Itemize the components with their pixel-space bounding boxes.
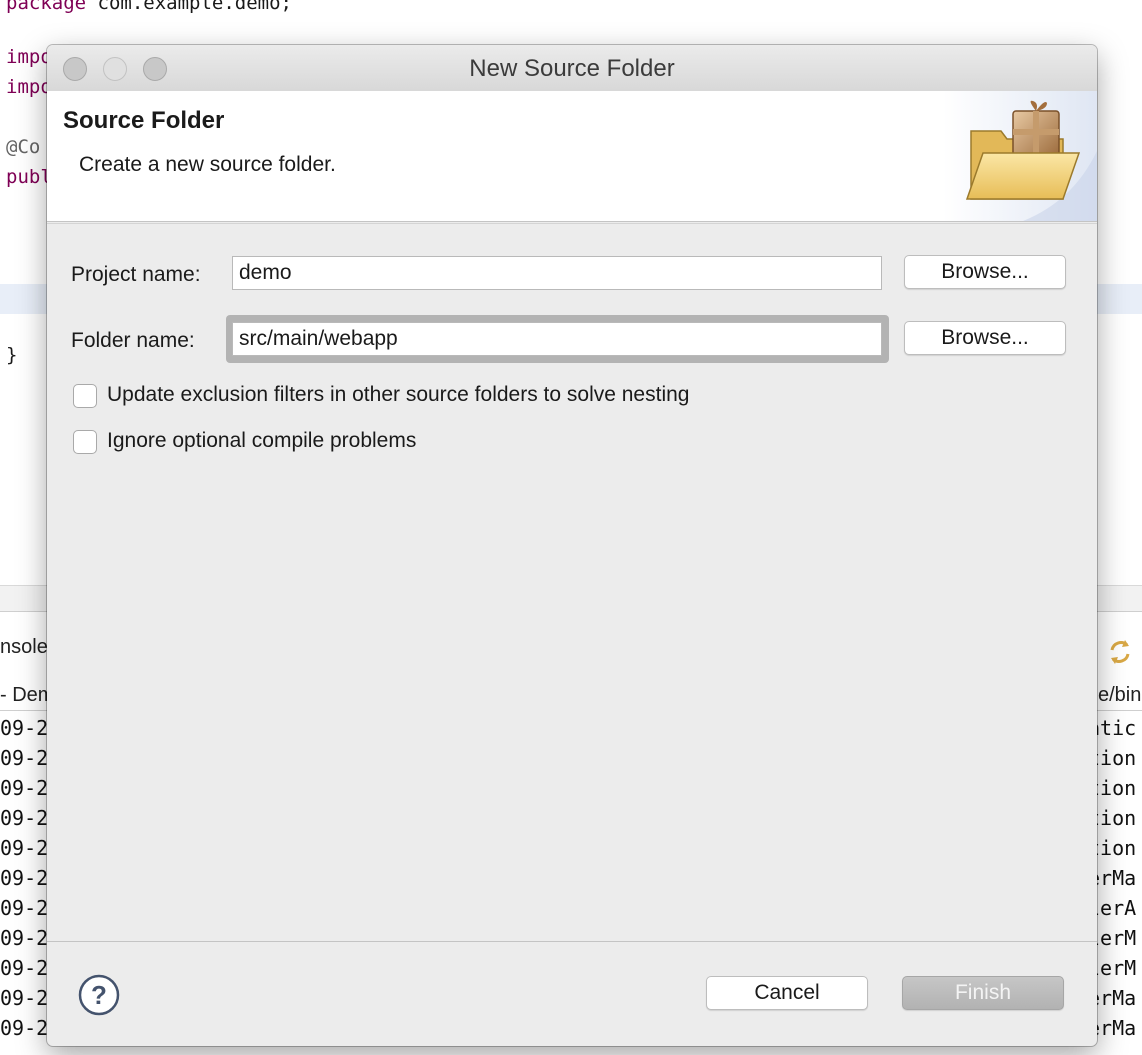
console-tab[interactable]: nsole (0, 636, 48, 659)
code-line: } (6, 344, 18, 366)
console-line-start: 09-2 (0, 986, 49, 1010)
folder-package-icon (943, 91, 1097, 221)
banner-title: Source Folder (63, 107, 225, 134)
console-line-start: 09-2 (0, 896, 49, 920)
project-name-label: Project name: (71, 263, 201, 286)
console-line-start: 09-2 (0, 866, 49, 890)
console-path-label: e/bin (1098, 684, 1142, 706)
console-line-start: 09-2 (0, 716, 49, 740)
banner-message: Create a new source folder. (79, 153, 336, 176)
console-line-start: 09-2 (0, 776, 49, 800)
new-source-folder-dialog: New Source Folder Source Folder Create a… (47, 45, 1097, 1046)
console-line-start: 09-2 (0, 746, 49, 770)
svg-text:?: ? (91, 980, 107, 1010)
exclusion-filters-checkbox[interactable] (73, 384, 97, 408)
dialog-titlebar[interactable]: New Source Folder (47, 45, 1097, 92)
console-line-start: 09-2 (0, 806, 49, 830)
browse-folder-button[interactable]: Browse... (904, 321, 1066, 355)
console-line-start: 09-2 (0, 926, 49, 950)
code-line: package com.example.demo; (6, 0, 292, 14)
browse-project-button[interactable]: Browse... (904, 255, 1066, 289)
code-line: publ (6, 166, 52, 188)
wizard-banner: Source Folder Create a new source folder… (47, 91, 1097, 222)
banner-divider (47, 223, 1097, 224)
code-line: impo (6, 46, 52, 68)
code-line: @Co (6, 136, 41, 158)
dialog-title: New Source Folder (469, 55, 675, 82)
ignore-compile-problems-label[interactable]: Ignore optional compile problems (107, 429, 416, 453)
help-icon[interactable]: ? (78, 974, 120, 1016)
console-line-start: 09-2 (0, 956, 49, 980)
console-line-start: 09-2 (0, 836, 49, 860)
cancel-button[interactable]: Cancel (706, 976, 868, 1010)
project-name-input[interactable] (232, 256, 882, 290)
console-line-start: 09-2 (0, 1016, 49, 1040)
exclusion-filters-label[interactable]: Update exclusion filters in other source… (107, 383, 689, 407)
ignore-compile-problems-checkbox[interactable] (73, 430, 97, 454)
code-line: impo (6, 76, 52, 98)
footer-divider (47, 941, 1097, 942)
sync-icon[interactable] (1104, 636, 1136, 668)
folder-name-label: Folder name: (71, 329, 195, 352)
finish-button[interactable]: Finish (902, 976, 1064, 1010)
folder-name-input[interactable] (232, 322, 882, 356)
